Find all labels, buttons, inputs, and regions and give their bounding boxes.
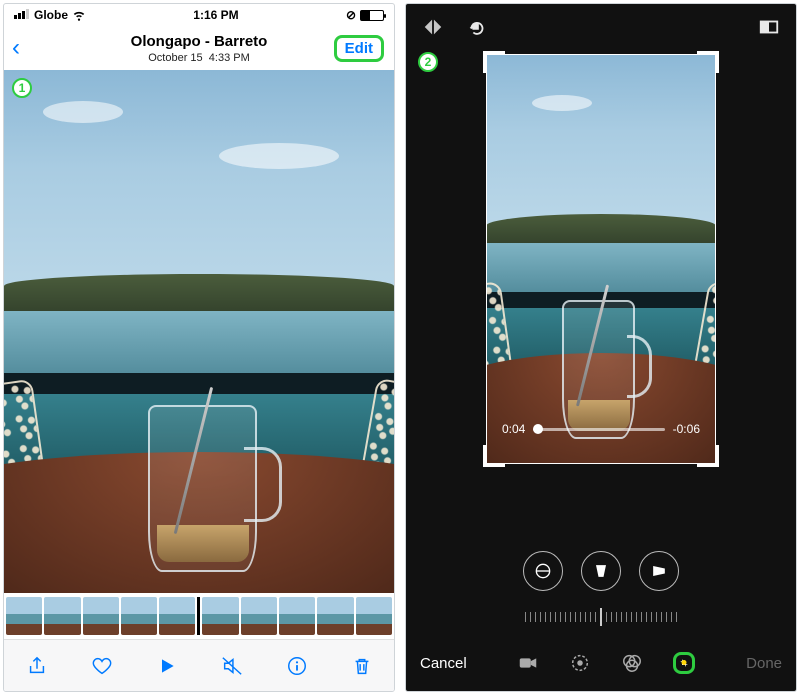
film-frame[interactable]	[121, 597, 157, 635]
crop-handle-bl[interactable]	[483, 445, 505, 467]
share-button[interactable]	[24, 653, 50, 679]
playhead[interactable]	[197, 597, 200, 635]
editor-bottom-bar: Cancel Done	[406, 635, 796, 691]
filters-mode-icon[interactable]	[621, 652, 643, 674]
step-badge-2: 2	[418, 52, 438, 72]
active-mode-dot	[682, 660, 687, 665]
back-button[interactable]: ‹	[12, 34, 20, 62]
angle-ruler[interactable]	[406, 599, 796, 635]
title-block: Olongapo - Barreto October 15 4:33 PM	[131, 33, 268, 64]
film-frame[interactable]	[159, 597, 195, 635]
ruler-center-tick	[600, 608, 602, 626]
crop-area[interactable]: 0:04 -0:06	[486, 54, 716, 464]
horizontal-perspective-button[interactable]	[639, 551, 679, 591]
film-frame[interactable]	[6, 597, 42, 635]
photo-preview[interactable]: 1	[4, 70, 394, 593]
film-frame[interactable]	[241, 597, 277, 635]
vertical-perspective-button[interactable]	[581, 551, 621, 591]
crop-handle-tl[interactable]	[483, 51, 505, 73]
editor-top-icons	[406, 4, 796, 50]
delete-button[interactable]	[349, 653, 375, 679]
aspect-ratio-icon[interactable]	[758, 16, 780, 38]
date-time-subtitle: October 15 4:33 PM	[131, 52, 268, 64]
film-frame[interactable]	[44, 597, 80, 635]
wifi-icon	[72, 8, 86, 22]
film-frame[interactable]	[279, 597, 315, 635]
battery-icon	[360, 10, 384, 21]
status-bar: Globe 1:16 PM ⊘	[4, 4, 394, 26]
scene-illustration	[4, 70, 394, 593]
carrier-label: Globe	[34, 8, 68, 22]
orientation-lock-icon: ⊘	[346, 8, 356, 22]
nav-bar: ‹ Olongapo - Barreto October 15 4:33 PM …	[4, 26, 394, 70]
filmstrip[interactable]	[4, 593, 394, 639]
crop-handle-tr[interactable]	[697, 51, 719, 73]
flip-horizontal-icon[interactable]	[422, 16, 444, 38]
play-button[interactable]	[154, 653, 180, 679]
film-frame[interactable]	[202, 597, 238, 635]
crop-mode-icon[interactable]	[673, 652, 695, 674]
favorite-button[interactable]	[89, 653, 115, 679]
crop-handle-br[interactable]	[697, 445, 719, 467]
edit-button[interactable]: Edit	[334, 35, 384, 62]
done-button[interactable]: Done	[746, 655, 782, 672]
film-frame[interactable]	[83, 597, 119, 635]
video-crop-editor-screen: 2 0:04	[405, 3, 797, 692]
straighten-button[interactable]	[523, 551, 563, 591]
step-badge-1: 1	[12, 78, 32, 98]
rotate-icon[interactable]	[466, 16, 488, 38]
adjust-mode-icon[interactable]	[569, 652, 591, 674]
film-frame[interactable]	[356, 597, 392, 635]
location-title: Olongapo - Barreto	[131, 33, 268, 50]
film-frame[interactable]	[317, 597, 353, 635]
mute-button[interactable]	[219, 653, 245, 679]
cancel-button[interactable]: Cancel	[420, 655, 467, 672]
bottom-toolbar	[4, 639, 394, 691]
clock-label: 1:16 PM	[193, 8, 238, 22]
photos-view-screen: Globe 1:16 PM ⊘ ‹ Olongapo - Barreto Oct…	[3, 3, 395, 692]
video-mode-icon[interactable]	[517, 652, 539, 674]
signal-bars-icon	[14, 8, 30, 22]
perspective-buttons	[406, 539, 796, 599]
info-button[interactable]	[284, 653, 310, 679]
crop-frame-overlay[interactable]	[486, 54, 716, 464]
editor-main: 2 0:04	[406, 50, 796, 539]
